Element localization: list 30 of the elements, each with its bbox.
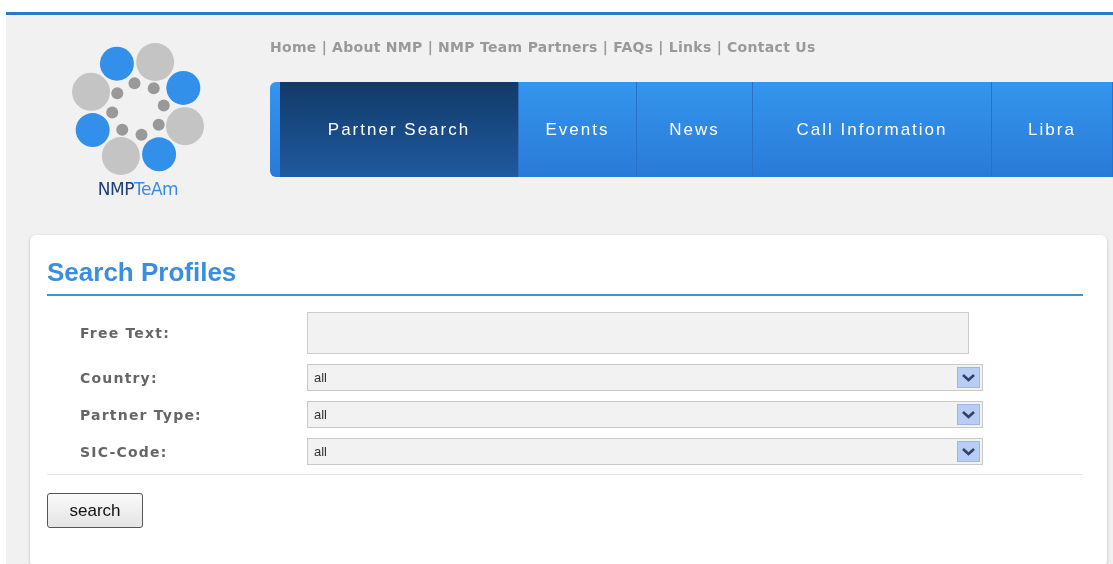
- chevron-down-icon: [957, 404, 980, 425]
- top-nav-link[interactable]: FAQs: [613, 39, 654, 58]
- panel-title: Search Profiles: [47, 257, 1083, 296]
- dropdown-field[interactable]: all: [307, 401, 983, 428]
- link-separator: |: [602, 39, 609, 58]
- search-button[interactable]: search: [47, 493, 143, 528]
- dropdown-field[interactable]: all: [307, 438, 983, 465]
- link-separator: |: [427, 39, 434, 58]
- field-label: Country:: [79, 369, 159, 386]
- field-label: Free Text:: [79, 325, 171, 341]
- chevron-down-icon: [957, 441, 980, 462]
- nav-tab[interactable]: Partner Search: [280, 82, 519, 177]
- link-separator: |: [716, 39, 723, 58]
- dropdown-field[interactable]: all: [307, 364, 983, 391]
- top-nav-link[interactable]: About NMP: [332, 39, 423, 58]
- field-label: SIC-Code:: [79, 443, 169, 460]
- nav-tab[interactable]: Libra: [992, 82, 1113, 177]
- nav-tab[interactable]: News: [637, 82, 753, 177]
- nav-tab[interactable]: Call Information: [753, 82, 992, 177]
- link-separator: |: [658, 39, 664, 58]
- nav-tab[interactable]: Events: [519, 82, 637, 177]
- top-nav-link[interactable]: NMP Team Partners: [438, 39, 598, 58]
- free-text-field[interactable]: [307, 312, 969, 354]
- chevron-down-icon: [957, 367, 980, 388]
- top-nav-link[interactable]: Links: [668, 39, 712, 58]
- logo-wordmark: NMPTeAm: [97, 179, 179, 199]
- top-nav-link[interactable]: Home: [270, 39, 317, 58]
- top-nav-link[interactable]: Contact Us: [727, 39, 816, 58]
- link-separator: |: [321, 39, 328, 58]
- field-label: Partner Type:: [79, 406, 203, 423]
